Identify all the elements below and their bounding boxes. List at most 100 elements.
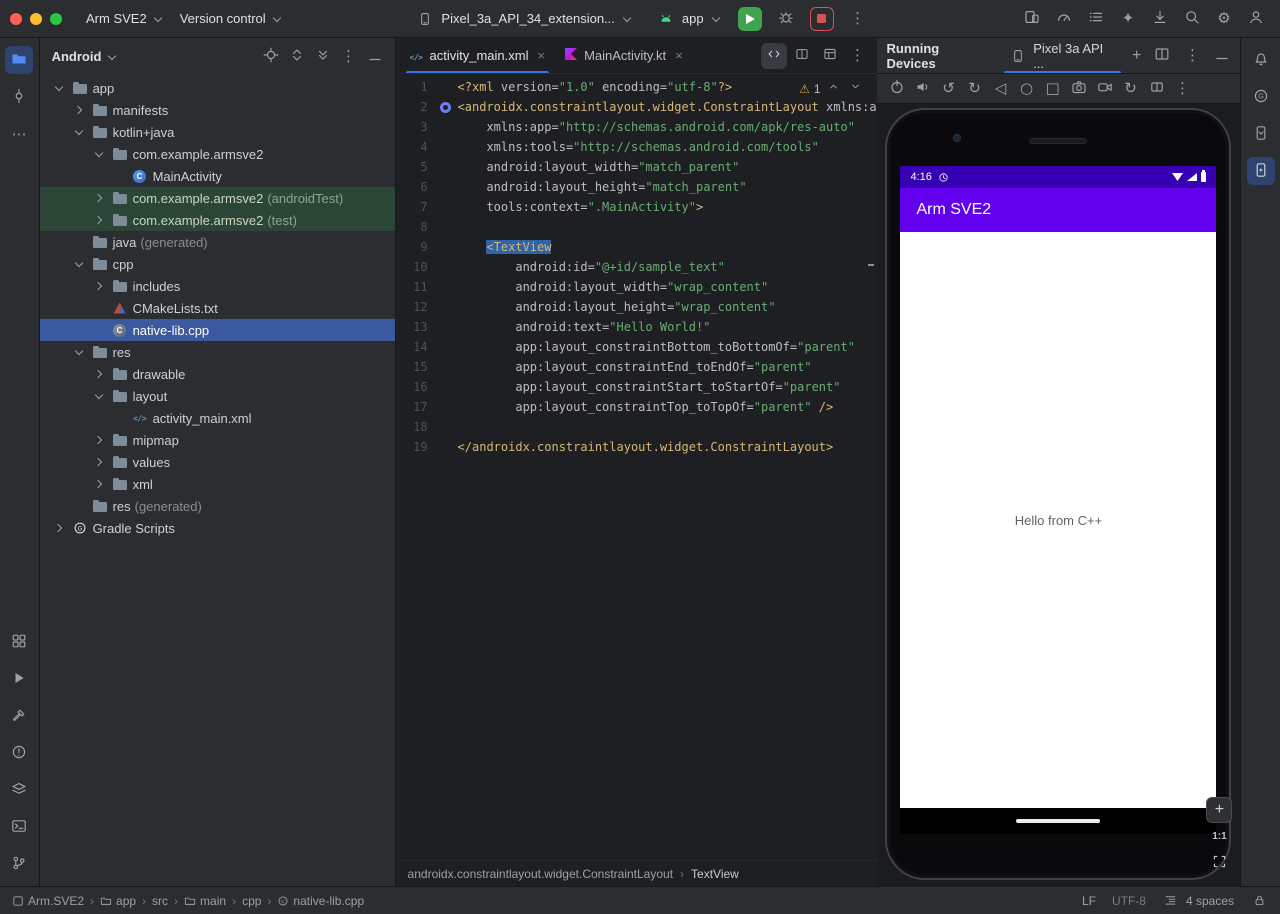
device-tab[interactable]: Pixel 3a API ... bbox=[1000, 38, 1125, 73]
project-menu[interactable]: Arm SVE2 bbox=[86, 11, 162, 26]
overview-button[interactable]: □ bbox=[1041, 77, 1065, 101]
tree-item-kotlin-java[interactable]: kotlin+java bbox=[40, 121, 395, 143]
window-close-button[interactable] bbox=[10, 12, 22, 25]
tree-chevron-icon[interactable] bbox=[92, 367, 107, 382]
stop-button[interactable] bbox=[809, 6, 834, 31]
status-breadcrumb-item[interactable]: cpp bbox=[242, 894, 261, 908]
split-button[interactable] bbox=[1148, 42, 1176, 70]
home-button[interactable]: ○ bbox=[1015, 77, 1039, 101]
tree-item-com-example-armsve2-androidtest[interactable]: com.example.armsve2 (androidTest) bbox=[39, 187, 395, 209]
previous-highlight-icon[interactable] bbox=[825, 80, 843, 98]
code-line-8[interactable]: 8 bbox=[396, 217, 877, 237]
encoding-indicator[interactable]: UTF-8 bbox=[1112, 894, 1146, 908]
code-line-2[interactable]: 2 <androidx.constraintlayout.widget.Const… bbox=[396, 97, 876, 117]
terminal-button[interactable] bbox=[5, 813, 33, 841]
volume-button[interactable] bbox=[911, 77, 935, 101]
window-minimize-button[interactable] bbox=[30, 12, 42, 25]
tree-chevron-icon[interactable] bbox=[92, 455, 107, 470]
rotate-left-button[interactable]: ↺ bbox=[937, 77, 961, 101]
code-line-10[interactable]: 10 android:id="@+id/sample_text" bbox=[396, 257, 877, 277]
code-line-18[interactable]: 18 bbox=[396, 417, 877, 437]
tree-chevron-icon[interactable] bbox=[92, 191, 107, 206]
tree-item-layout[interactable]: layout bbox=[40, 385, 395, 407]
tree-item-com-example-armsve2-test[interactable]: com.example.armsve2 (test) bbox=[39, 209, 395, 231]
running-devices-button[interactable] bbox=[1246, 157, 1275, 185]
tree-chevron-icon[interactable] bbox=[52, 521, 67, 536]
project-button[interactable] bbox=[5, 46, 34, 74]
more-horizontal-button[interactable]: ⋯ bbox=[5, 120, 33, 148]
tree-chevron-icon[interactable] bbox=[92, 433, 107, 448]
hide-button[interactable] bbox=[363, 44, 387, 68]
code-line-14[interactable]: 14 app:layout_constraintBottom_toBottomO… bbox=[396, 337, 877, 357]
tree-item-java-generated[interactable]: java (generated) bbox=[40, 231, 395, 253]
run-configuration-selector[interactable]: app bbox=[649, 6, 728, 32]
zoom-in-button[interactable]: + bbox=[1206, 797, 1233, 823]
code-view-button[interactable] bbox=[760, 42, 787, 69]
code-line-15[interactable]: 15 app:layout_constraintEnd_toEndOf="par… bbox=[396, 357, 877, 377]
more-options-button[interactable]: ⋮ bbox=[844, 5, 872, 33]
tab-close-icon[interactable]: × bbox=[675, 48, 683, 63]
device-selector[interactable]: Pixel_3a_API_34_extension... bbox=[408, 6, 638, 32]
tree-item-native-lib-cpp[interactable]: Cnative-lib.cpp bbox=[39, 319, 395, 341]
tree-item-com-example-armsve2[interactable]: com.example.armsve2 bbox=[40, 143, 395, 165]
vcs-update-button[interactable] bbox=[1146, 5, 1174, 33]
search-button[interactable] bbox=[1178, 5, 1206, 33]
status-breadcrumb-item[interactable]: Arm.SVE2 bbox=[12, 894, 84, 908]
device-manager-button[interactable] bbox=[1018, 5, 1046, 33]
tree-chevron-icon[interactable] bbox=[92, 477, 107, 492]
gradle-button[interactable]: G bbox=[1247, 83, 1275, 111]
tree-item-values[interactable]: values bbox=[40, 451, 395, 473]
code-line-6[interactable]: 6 android:layout_height="match_parent" bbox=[396, 177, 877, 197]
breadcrumb-item[interactable]: TextView bbox=[691, 867, 739, 881]
todo-list-button[interactable] bbox=[1082, 5, 1110, 33]
window-maximize-button[interactable] bbox=[50, 12, 62, 25]
tree-item-cmakelists-txt[interactable]: CMakeLists.txt bbox=[40, 297, 395, 319]
editor-tab-mainactivity-kt[interactable]: MainActivity.kt × bbox=[555, 38, 693, 73]
code-line-16[interactable]: 16 app:layout_constraintStart_toStartOf=… bbox=[396, 377, 877, 397]
code-editor[interactable]: 1 <?xml version="1.0" encoding="utf-8"?> 2… bbox=[396, 74, 877, 860]
next-highlight-icon[interactable] bbox=[847, 80, 865, 98]
status-breadcrumb-item[interactable]: src bbox=[152, 894, 168, 908]
zoom-ratio-label[interactable]: 1:1 bbox=[1212, 831, 1226, 842]
design-view-button[interactable] bbox=[817, 43, 843, 69]
locate-button[interactable] bbox=[259, 44, 283, 68]
device-screen[interactable]: 4:16 Arm SVE2 Hello from C++ bbox=[900, 166, 1217, 834]
tree-item-res[interactable]: res bbox=[40, 341, 395, 363]
code-line-11[interactable]: 11 android:layout_width="wrap_content" bbox=[396, 277, 877, 297]
version-control-menu[interactable]: Version control bbox=[180, 11, 281, 26]
tree-item-manifests[interactable]: manifests bbox=[40, 99, 395, 121]
code-line-5[interactable]: 5 android:layout_width="match_parent" bbox=[396, 157, 877, 177]
constraintlayout-gutter-icon[interactable] bbox=[434, 97, 458, 117]
tree-chevron-icon[interactable] bbox=[72, 125, 87, 140]
notifications-button[interactable] bbox=[1247, 46, 1275, 74]
more-vertical-button[interactable]: ⋮ bbox=[845, 43, 871, 69]
inspection-widget[interactable]: ⚠ 1 bbox=[799, 79, 864, 99]
commit-button[interactable] bbox=[5, 83, 33, 111]
version-control-button[interactable] bbox=[5, 850, 33, 878]
collapse-all-button[interactable] bbox=[311, 44, 335, 68]
tree-item-cpp[interactable]: cpp bbox=[40, 253, 395, 275]
tree-chevron-icon[interactable] bbox=[92, 389, 107, 404]
fold-button[interactable] bbox=[1145, 77, 1169, 101]
tree-chevron-icon[interactable] bbox=[92, 147, 107, 162]
gesture-nav-bar[interactable] bbox=[900, 808, 1217, 834]
code-line-17[interactable]: 17 app:layout_constraintTop_toTopOf="par… bbox=[396, 397, 877, 417]
breadcrumb-item[interactable]: androidx.constraintlayout.widget.Constra… bbox=[408, 867, 674, 881]
resource-manager-button[interactable] bbox=[5, 628, 33, 656]
tree-item-activity-main-xml[interactable]: </> activity_main.xml bbox=[40, 407, 395, 429]
more-vertical-button[interactable]: ⋮ bbox=[337, 44, 361, 68]
device-explorer-button[interactable] bbox=[1247, 120, 1275, 148]
tree-chevron-icon[interactable] bbox=[92, 213, 107, 228]
tree-item-includes[interactable]: includes bbox=[40, 275, 395, 297]
code-line-4[interactable]: 4 xmlns:tools="http://schemas.android.co… bbox=[396, 137, 877, 157]
screen-record-button[interactable] bbox=[1093, 77, 1117, 101]
debug-button[interactable] bbox=[772, 5, 800, 33]
logcat-button[interactable] bbox=[5, 776, 33, 804]
rotate-right-button[interactable]: ↻ bbox=[963, 77, 987, 101]
expand-all-button[interactable] bbox=[285, 44, 309, 68]
tree-item-xml[interactable]: xml bbox=[40, 473, 395, 495]
more-vertical-button[interactable]: ⋮ bbox=[1178, 42, 1206, 70]
run-button[interactable] bbox=[5, 665, 33, 693]
tree-item-mainactivity[interactable]: C MainActivity bbox=[40, 165, 395, 187]
screenshot-button[interactable] bbox=[1067, 77, 1091, 101]
